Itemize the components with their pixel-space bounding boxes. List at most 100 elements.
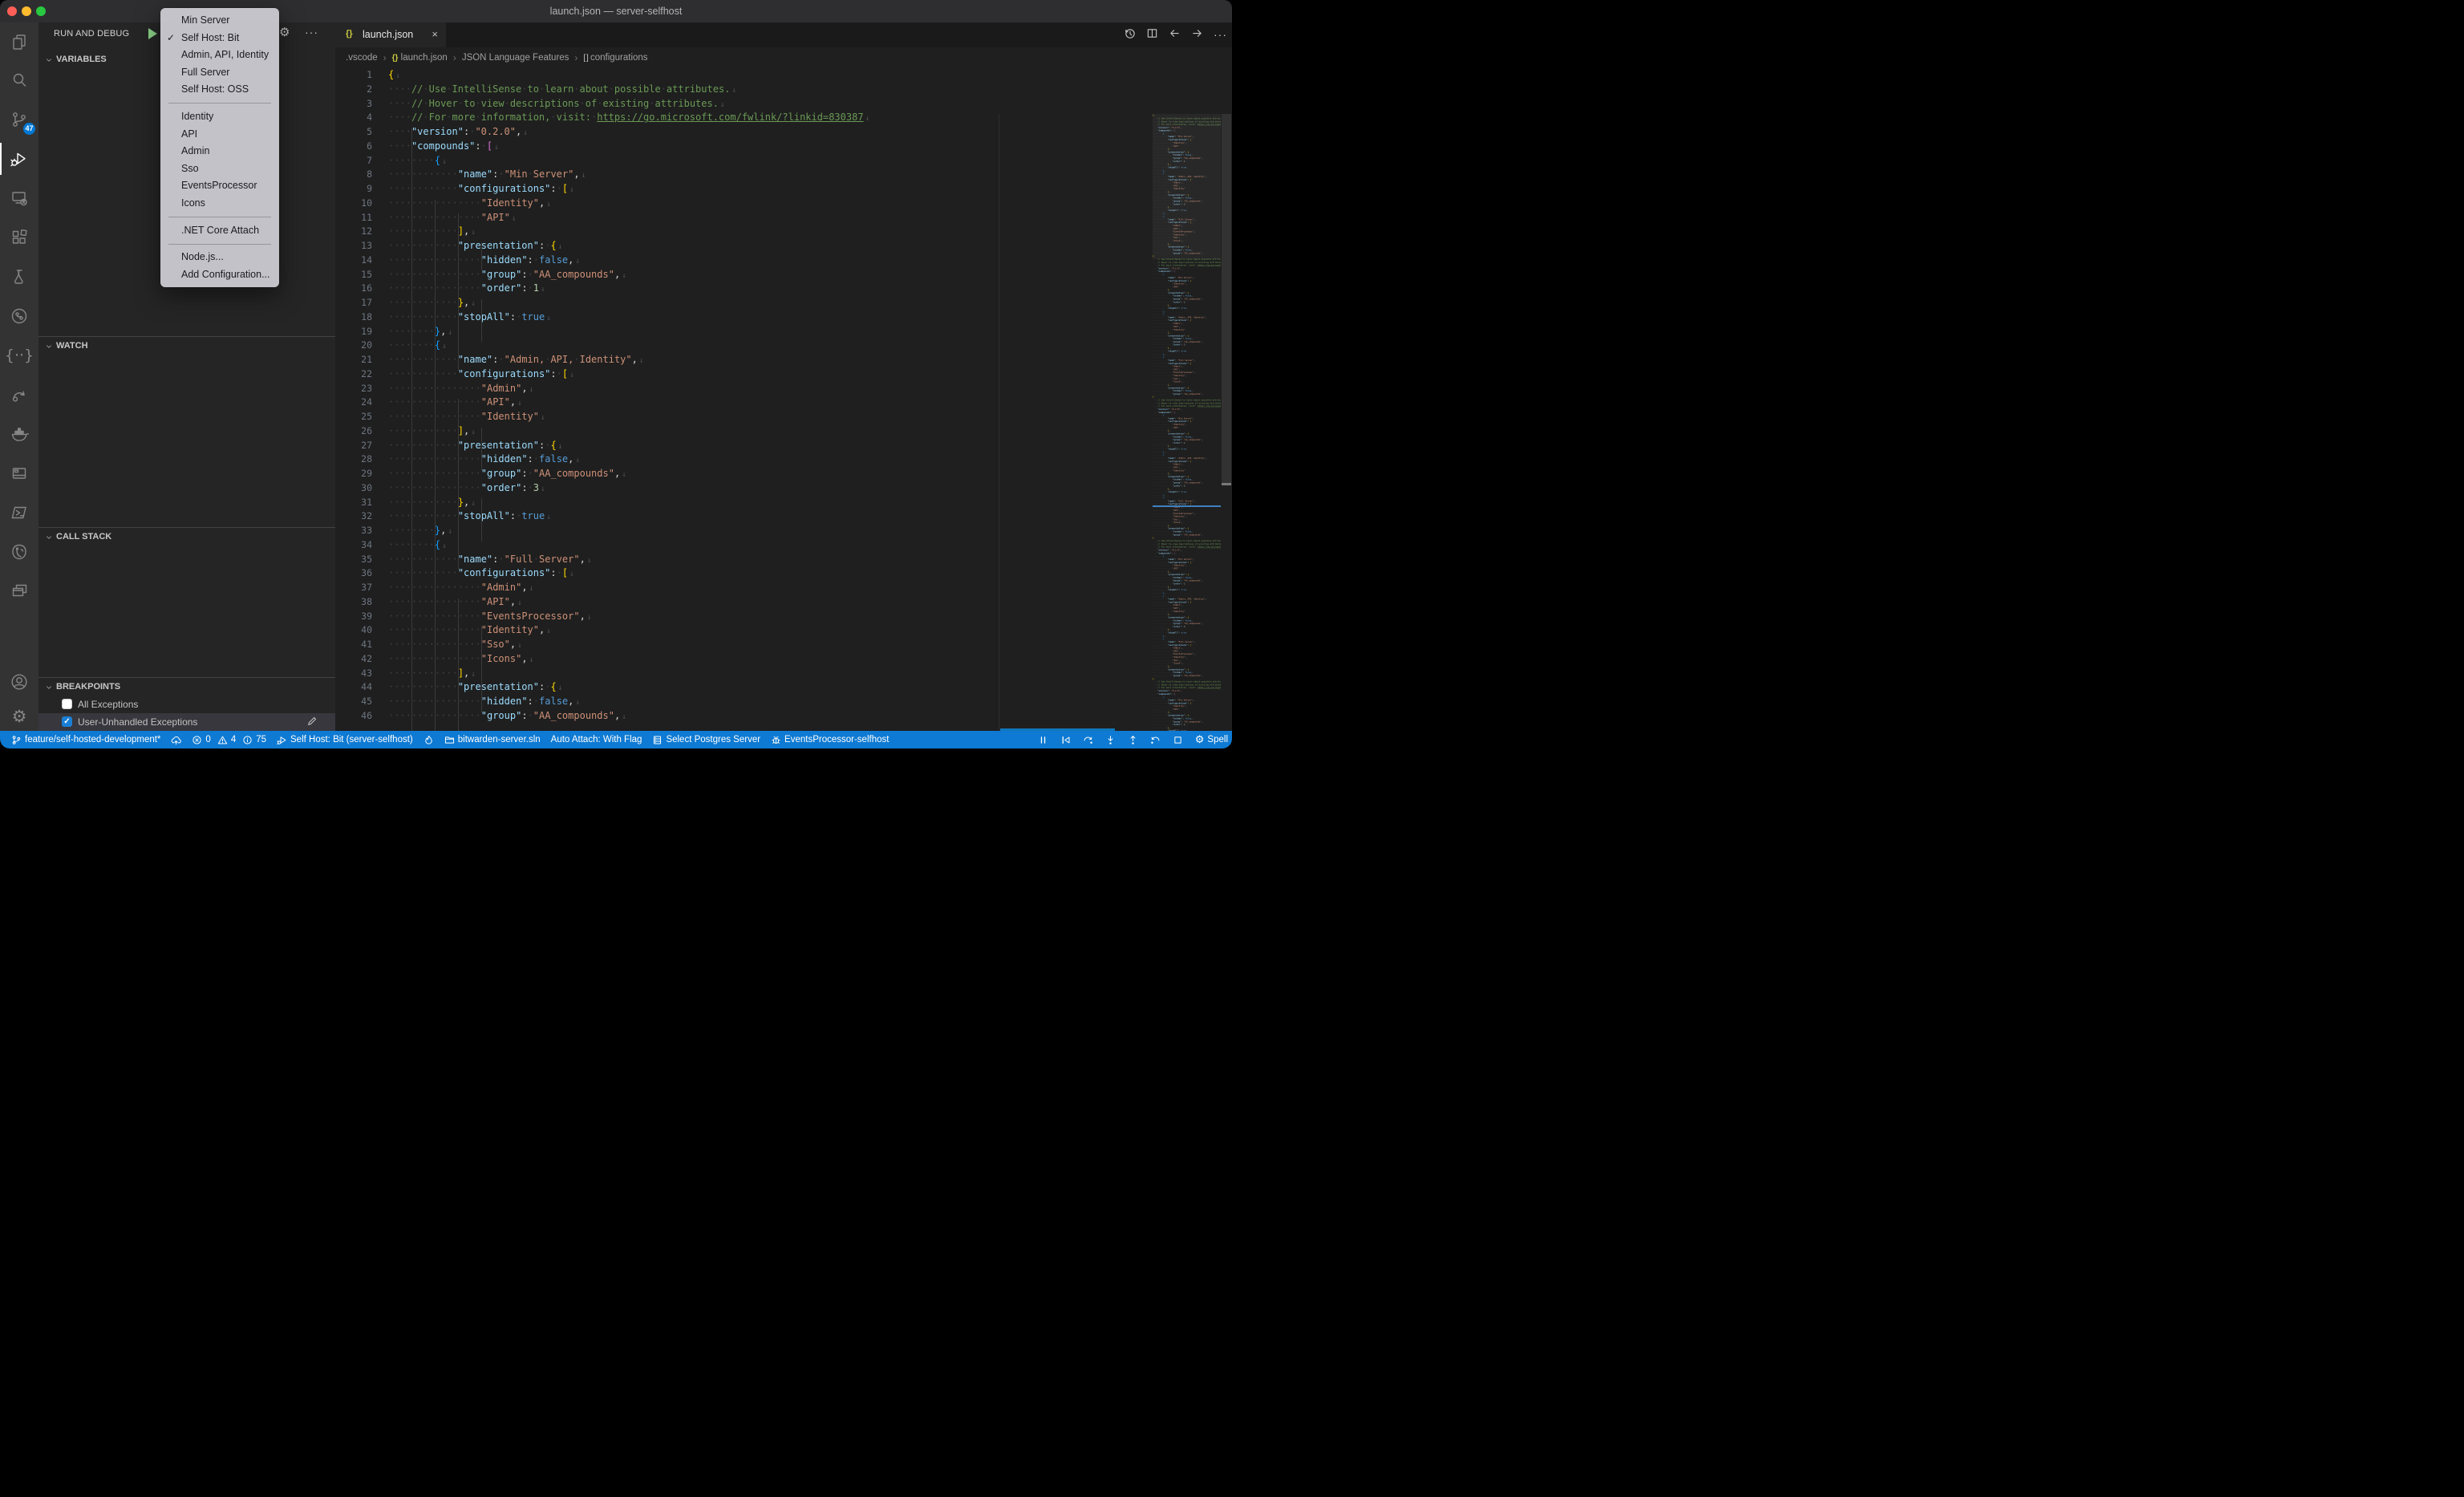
menu-item-api[interactable]: API: [160, 126, 279, 144]
status-item-eventsprocessor-selfhost[interactable]: EventsProcessor-selfhost: [771, 735, 889, 745]
menu-item-node-js-[interactable]: Node.js...: [160, 249, 279, 266]
start-debug-button[interactable]: [148, 28, 157, 39]
indent-guide: [458, 399, 459, 570]
scrollbar-slider[interactable]: [1222, 114, 1231, 485]
section-header-call-stack[interactable]: CALL STACK: [38, 529, 335, 546]
launch-config-dropdown-menu: Min Server✓Self Host: BitAdmin, API, Ide…: [160, 8, 279, 287]
code-line: ····"version":·"0.2.0",↓: [388, 125, 869, 140]
status-item-feature-self-hosted-development[interactable]: feature/self-hosted-development*: [11, 735, 160, 745]
section-header-breakpoints[interactable]: BREAKPOINTS: [38, 679, 335, 696]
close-tab-icon[interactable]: ×: [432, 28, 438, 40]
indent-guide: [458, 598, 459, 732]
timeline-history-icon[interactable]: [1124, 27, 1136, 43]
minimap[interactable]: {↓····//·Use·IntelliSense·to·learn·about…: [1153, 114, 1221, 731]
status-item-auto-attach-with-flag[interactable]: Auto Attach: With Flag: [551, 735, 642, 744]
menu-item-self-host-oss[interactable]: Self Host: OSS: [160, 81, 279, 99]
indent-guide: [435, 200, 436, 732]
menu-item-icons[interactable]: Icons: [160, 195, 279, 213]
menu-item-admin-api-identity[interactable]: Admin, API, Identity: [160, 47, 279, 64]
indent-guide: [481, 299, 482, 342]
minimap-visible-region: [1153, 114, 1221, 259]
postgresql-icon[interactable]: [0, 533, 38, 571]
breadcrumb-item--vscode[interactable]: .vscode: [346, 53, 378, 63]
status-item-0[interactable]: 0: [192, 735, 210, 745]
json-file-icon: {}: [346, 29, 353, 39]
status-item-select-postgres-server[interactable]: Select Postgres Server: [652, 735, 760, 745]
debug-control-step-back-icon[interactable]: [1150, 735, 1161, 745]
menu-item-full-server[interactable]: Full Server: [160, 64, 279, 82]
search-icon[interactable]: [0, 61, 38, 99]
menu-item-add-configuration-[interactable]: Add Configuration...: [160, 266, 279, 284]
code-editor[interactable]: 1234567891011121314151617181920212223242…: [335, 68, 1232, 731]
live-share-icon[interactable]: [0, 375, 38, 414]
code-line: ············"presentation":·{↓: [388, 439, 869, 453]
section-separator: [38, 336, 335, 337]
account-icon[interactable]: [0, 663, 38, 701]
pencil-icon[interactable]: [306, 716, 318, 729]
code-line: ············],↓: [388, 225, 869, 239]
debug-control-stop-icon[interactable]: [1173, 735, 1183, 745]
tab-launch-json[interactable]: {} launch.json ×: [335, 22, 446, 47]
testing-icon[interactable]: [0, 258, 38, 296]
status-item-cloud-upload[interactable]: [171, 735, 181, 745]
code-line: ········},↓: [388, 325, 869, 339]
dev-container-icon[interactable]: [0, 454, 38, 493]
status-item-bitwarden-server-sln[interactable]: bitwarden-server.sln: [444, 735, 541, 745]
activity-bar: 47{··}⚙: [0, 22, 38, 731]
git-graph-icon[interactable]: [0, 297, 38, 335]
debug-control-step-out-icon[interactable]: [1128, 735, 1138, 745]
chevron-down-icon: [45, 533, 53, 544]
remote-explorer-icon[interactable]: [0, 179, 38, 217]
window-layers-icon[interactable]: [0, 572, 38, 611]
extensions-icon[interactable]: [0, 218, 38, 257]
debug-control-continue-icon[interactable]: [1060, 735, 1071, 745]
menu-item-admin[interactable]: Admin: [160, 143, 279, 160]
status-item-75[interactable]: 75: [242, 735, 266, 745]
debug-control-step-into-icon[interactable]: [1105, 735, 1116, 745]
breadcrumb-item-json-language-features[interactable]: JSON Language Features: [462, 53, 569, 63]
navigate-forward-icon[interactable]: [1191, 27, 1203, 43]
source-control-icon[interactable]: 47: [0, 100, 38, 139]
status-item-4[interactable]: 4: [217, 735, 236, 745]
section-header-watch[interactable]: WATCH: [38, 338, 335, 355]
menu-item-eventsprocessor[interactable]: EventsProcessor: [160, 177, 279, 195]
status-item-spell-checker[interactable]: ⚙Spell: [1195, 734, 1228, 746]
checkbox[interactable]: [62, 699, 72, 709]
breadcrumb-item-launch-json[interactable]: {} launch.json: [392, 53, 448, 63]
checkbox[interactable]: ✓: [62, 716, 72, 727]
menu-item-sso[interactable]: Sso: [160, 160, 279, 178]
breakpoint-row-user-unhandled-exceptions[interactable]: ✓ User-Unhandled Exceptions: [38, 713, 335, 731]
chevron-down-icon: [45, 343, 53, 353]
menu-item-identity[interactable]: Identity: [160, 108, 279, 126]
code-line: ················"group":·"AA_compounds",…: [388, 268, 869, 282]
navigate-back-icon[interactable]: [1169, 27, 1181, 43]
indent-guide: [411, 128, 412, 731]
indent-guide: [481, 428, 482, 470]
vscode-window: launch.json — server-selfhost 47{··}⚙ RU…: [0, 0, 1232, 748]
sidebar-title: RUN AND DEBUG: [54, 29, 129, 39]
debug-control-step-over-icon[interactable]: [1083, 735, 1093, 745]
explorer-icon[interactable]: [0, 22, 38, 61]
settings-gear-icon[interactable]: ⚙: [0, 697, 38, 736]
code-line: ················"hidden":·false,↓: [388, 452, 869, 467]
code-line: ················"API"↓: [388, 211, 869, 225]
split-editor-icon[interactable]: [1146, 27, 1158, 43]
docker-icon[interactable]: [0, 415, 38, 453]
menu-item-min-server[interactable]: Min Server: [160, 12, 279, 30]
breakpoint-row-all-exceptions[interactable]: All Exceptions: [38, 696, 335, 713]
code-line: ············"configurations":·[↓: [388, 182, 869, 197]
run-and-debug-icon[interactable]: [0, 140, 38, 178]
menu-item-self-host-bit[interactable]: ✓Self Host: Bit: [160, 30, 279, 47]
status-item-flame[interactable]: [424, 735, 434, 745]
more-actions-icon[interactable]: ···: [1214, 28, 1227, 43]
editor-scrollbar[interactable]: [1221, 114, 1232, 731]
code-line: ············"stopAll":·true↓: [388, 509, 869, 524]
gear-icon[interactable]: ⚙: [279, 25, 290, 39]
menu-item--net-core-attach[interactable]: .NET Core Attach: [160, 222, 279, 240]
debug-control-pause-icon[interactable]: [1038, 735, 1048, 745]
code-braces-icon[interactable]: {··}: [0, 336, 38, 375]
status-item-self-host-bit-server-selfhost[interactable]: Self Host: Bit (server-selfhost): [277, 735, 413, 745]
breadcrumb-item-configurations[interactable]: [ ] configurations: [583, 53, 647, 63]
more-actions-icon[interactable]: ···: [305, 26, 318, 39]
powershell-icon[interactable]: [0, 493, 38, 532]
